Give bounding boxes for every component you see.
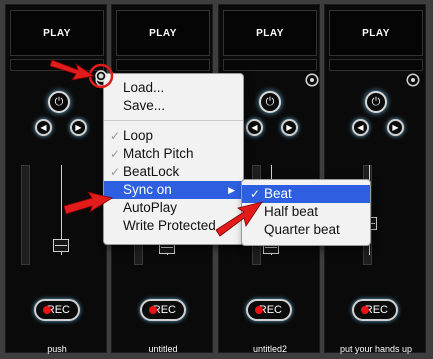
play-button[interactable]: PLAY xyxy=(116,10,210,56)
next-icon[interactable]: ▶ xyxy=(281,119,298,136)
prev-icon[interactable]: ◀ xyxy=(35,119,52,136)
pitch-slider-handle[interactable] xyxy=(53,239,69,252)
next-icon[interactable]: ▶ xyxy=(70,119,87,136)
prev-icon[interactable]: ◀ xyxy=(352,119,369,136)
rec-button[interactable]: REC xyxy=(140,299,186,321)
checkmark-icon: ✓ xyxy=(110,129,121,143)
power-icon[interactable]: ⏻ xyxy=(259,91,281,113)
annotation-arrow-icon xyxy=(215,201,263,237)
annotation-arrow-icon xyxy=(50,59,96,81)
waveform-display[interactable] xyxy=(223,59,317,71)
menu-separator xyxy=(104,120,243,121)
checkmark-icon: ✓ xyxy=(110,147,121,161)
deck-name: put your hands up xyxy=(339,344,413,354)
waveform-display[interactable] xyxy=(329,59,423,71)
menu-item-beatlock[interactable]: ✓ BeatLock xyxy=(104,163,243,181)
rec-button[interactable]: REC xyxy=(34,299,80,321)
record-icon xyxy=(361,306,369,314)
mixer-window: PLAY ⏻ ◀ ▶ REC push PLAY ⏻ ◀ ▶ REC untit… xyxy=(0,0,433,359)
record-icon xyxy=(43,306,51,314)
play-button[interactable]: PLAY xyxy=(223,10,317,56)
power-icon[interactable]: ⏻ xyxy=(365,91,387,113)
waveform-display[interactable] xyxy=(116,59,210,71)
menu-item-match-pitch[interactable]: ✓ Match Pitch xyxy=(104,145,243,163)
annotation-arrow-icon xyxy=(64,191,114,215)
pitch-slider-track[interactable] xyxy=(21,165,30,265)
power-icon[interactable]: ⏻ xyxy=(48,91,70,113)
rec-button[interactable]: REC xyxy=(246,299,292,321)
play-button[interactable]: PLAY xyxy=(10,10,104,56)
deck-options-button[interactable] xyxy=(307,75,317,85)
menu-item-save[interactable]: Save... xyxy=(104,97,243,115)
record-icon xyxy=(149,306,157,314)
deck-options-button[interactable] xyxy=(408,75,418,85)
record-icon xyxy=(255,306,263,314)
prev-icon[interactable]: ◀ xyxy=(246,119,263,136)
play-button[interactable]: PLAY xyxy=(329,10,423,56)
deck-name: untitled2 xyxy=(252,344,288,354)
menu-item-load[interactable]: Load... xyxy=(104,79,243,97)
next-icon[interactable]: ▶ xyxy=(387,119,404,136)
menu-item-loop[interactable]: ✓ Loop xyxy=(104,127,243,145)
checkmark-icon: ✓ xyxy=(110,165,121,179)
deck-name: untitled xyxy=(148,344,178,354)
rec-button[interactable]: REC xyxy=(352,299,398,321)
deck-name: push xyxy=(47,344,67,354)
